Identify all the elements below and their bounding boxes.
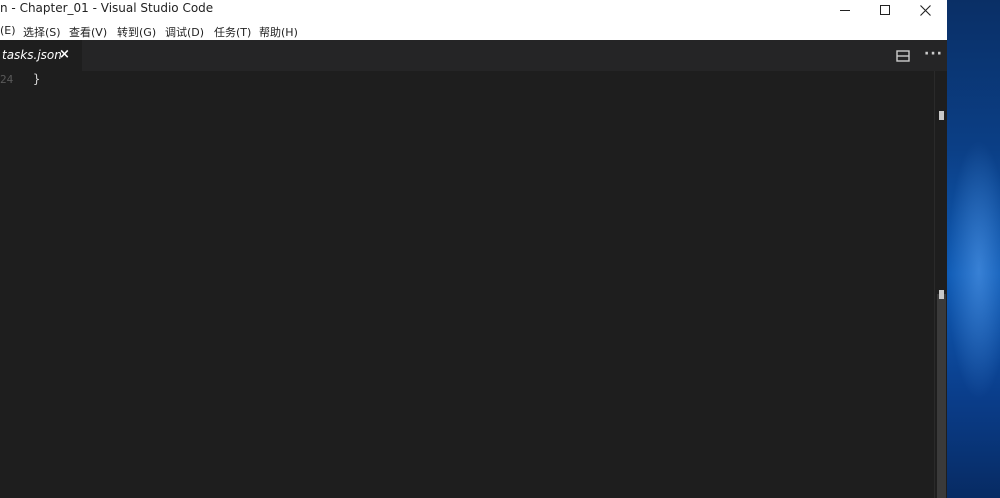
- menu-edit[interactable]: (E): [0, 24, 16, 37]
- ellipsis-icon[interactable]: ···: [924, 46, 943, 62]
- code-line: }: [33, 72, 41, 86]
- tab-tasks-json[interactable]: tasks.json ×: [0, 40, 82, 71]
- window-title: n - Chapter_01 - Visual Studio Code: [0, 1, 214, 15]
- close-icon: [919, 4, 931, 16]
- maximize-icon: [880, 5, 890, 15]
- title-bar: n - Chapter_01 - Visual Studio Code: [0, 0, 947, 20]
- menu-help[interactable]: 帮助(H): [259, 24, 298, 40]
- menu-view[interactable]: 查看(V): [69, 24, 107, 40]
- code-editor[interactable]: 24 }: [0, 71, 934, 498]
- maximize-button[interactable]: [865, 0, 905, 20]
- menu-tasks[interactable]: 任务(T): [214, 24, 251, 40]
- menu-debug[interactable]: 调试(D): [165, 24, 204, 40]
- tab-bar: tasks.json × ···: [0, 40, 947, 71]
- menu-go[interactable]: 转到(G): [117, 24, 156, 40]
- vertical-scrollbar[interactable]: [934, 71, 947, 498]
- desktop-glow: [947, 140, 1000, 400]
- menu-bar: (E) 选择(S) 查看(V) 转到(G) 调试(D) 任务(T) 帮助(H): [0, 20, 947, 40]
- minimize-button[interactable]: [825, 0, 865, 20]
- split-editor-icon[interactable]: [896, 49, 910, 63]
- close-window-button[interactable]: [905, 0, 945, 20]
- line-number: 24: [0, 73, 14, 86]
- scrollbar-thumb[interactable]: [937, 294, 946, 498]
- scrollbar-marker: [939, 111, 944, 120]
- tab-label: tasks.json: [2, 48, 62, 62]
- vscode-window: n - Chapter_01 - Visual Studio Code (E) …: [0, 0, 947, 498]
- menu-selection[interactable]: 选择(S): [23, 24, 61, 40]
- tab-close-icon[interactable]: ×: [59, 47, 70, 62]
- minimize-icon: [840, 9, 850, 11]
- scrollbar-marker: [939, 290, 944, 299]
- desktop-background: [947, 0, 1000, 498]
